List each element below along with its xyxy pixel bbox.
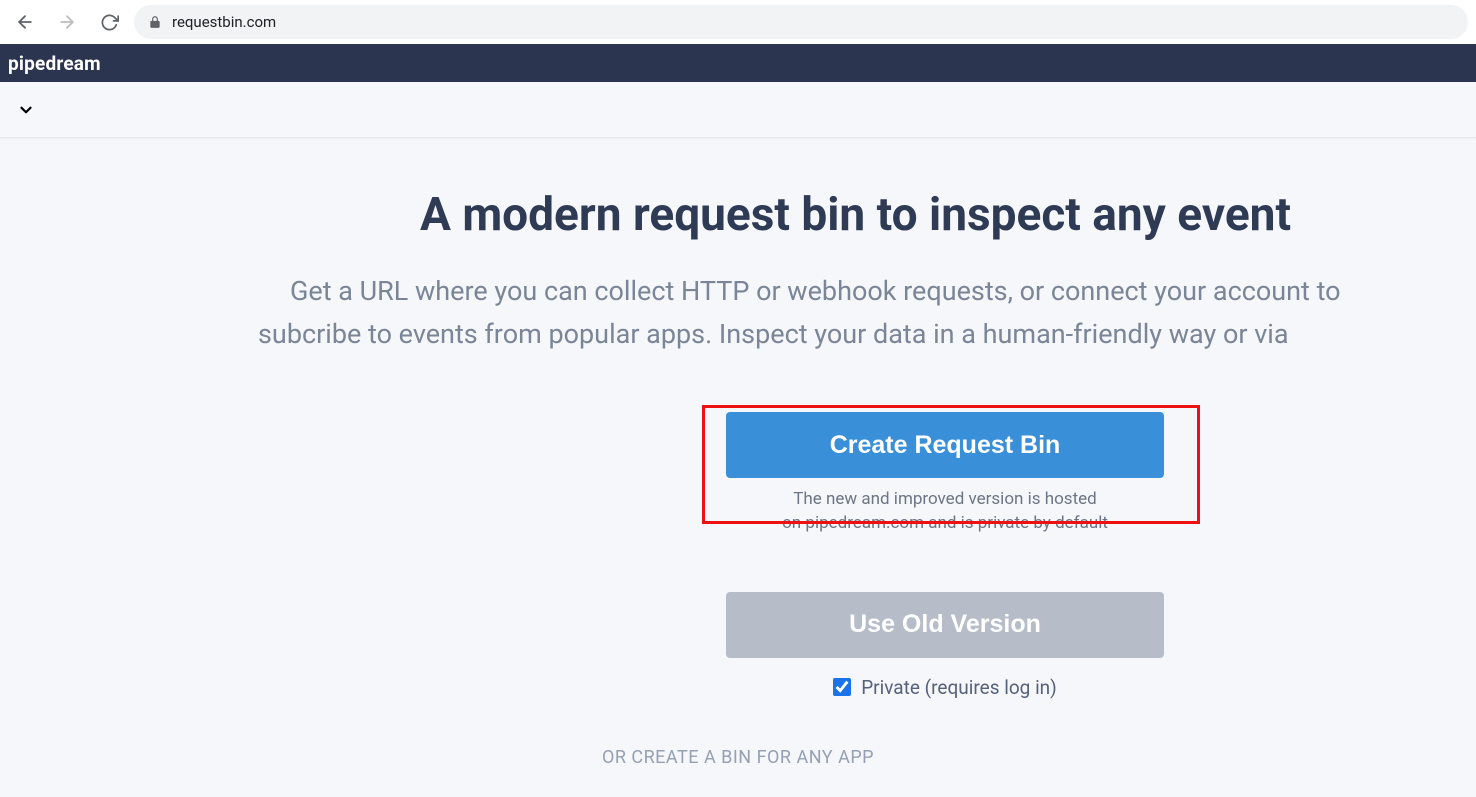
brand-logo-text[interactable]: pipedream xyxy=(8,52,101,75)
divider-row: OR CREATE A BIN FOR ANY APP xyxy=(424,747,1052,768)
create-caption-line2: on pipedream.com and is private by defau… xyxy=(782,512,1108,536)
hero-subtitle-line1: Get a URL where you can collect HTTP or … xyxy=(0,270,1476,313)
hero-subtitle-line2: subcribe to events from popular apps. In… xyxy=(0,313,1476,356)
private-checkbox-label: Private (requires log in) xyxy=(861,676,1057,699)
lock-icon xyxy=(148,15,162,29)
main-content: A modern request bin to inspect any even… xyxy=(0,138,1476,768)
divider-text: OR CREATE A BIN FOR ANY APP xyxy=(602,747,874,768)
private-checkbox-row[interactable]: Private (requires log in) xyxy=(833,676,1057,699)
reload-button[interactable] xyxy=(92,5,126,39)
address-bar[interactable]: requestbin.com xyxy=(134,5,1468,39)
back-button[interactable] xyxy=(8,5,42,39)
create-caption-line1: The new and improved version is hosted xyxy=(782,488,1108,512)
url-text: requestbin.com xyxy=(172,13,276,31)
cta-section: Create Request Bin The new and improved … xyxy=(0,412,1476,768)
create-caption: The new and improved version is hosted o… xyxy=(782,488,1108,536)
site-header: pipedream xyxy=(0,44,1476,82)
use-old-version-button[interactable]: Use Old Version xyxy=(726,592,1164,658)
menu-toggle[interactable] xyxy=(12,96,40,124)
forward-button[interactable] xyxy=(50,5,84,39)
sub-header xyxy=(0,82,1476,138)
browser-toolbar: requestbin.com xyxy=(0,0,1476,44)
hero-subtitle: Get a URL where you can collect HTTP or … xyxy=(0,270,1476,356)
private-checkbox[interactable] xyxy=(833,678,851,696)
create-request-bin-button[interactable]: Create Request Bin xyxy=(726,412,1164,478)
hero-title: A modern request bin to inspect any even… xyxy=(0,188,1476,242)
